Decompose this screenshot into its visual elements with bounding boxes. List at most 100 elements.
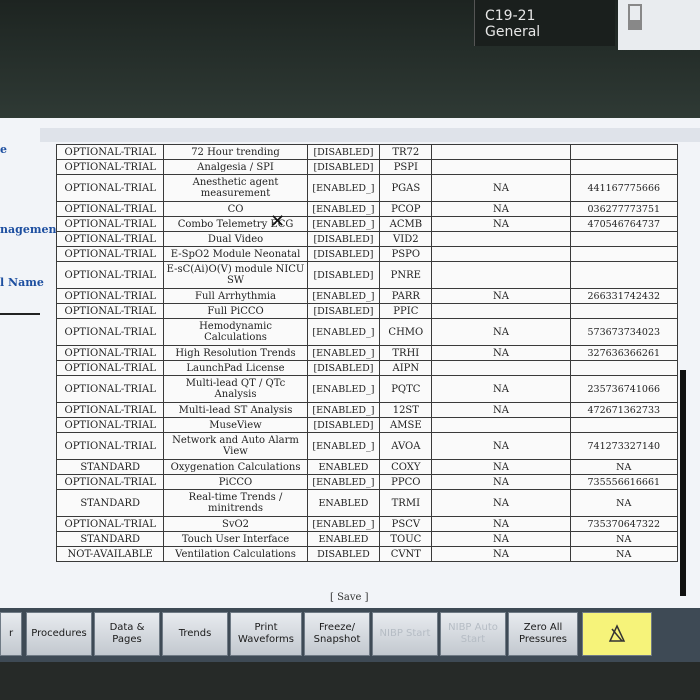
alarm-silence-icon <box>608 624 626 642</box>
save-button[interactable]: [ Save ] <box>330 592 369 603</box>
option-name-cell: Full Arrhythmia <box>163 288 308 304</box>
option-code-cell: AIPN <box>379 360 433 376</box>
table-row[interactable]: OPTIONAL-TRIAL E-sC(Ai)O(V) module NICU S… <box>55 261 679 289</box>
alarm-silence-button[interactable] <box>582 612 652 656</box>
option-number-cell: NA <box>569 459 679 475</box>
option-status-cell: OPTIONAL-TRIAL <box>55 201 165 217</box>
table-row[interactable]: OPTIONAL-TRIAL High Resolution Trends [ENA… <box>55 345 679 361</box>
freeze-snapshot-button[interactable]: Freeze/ Snapshot <box>304 612 370 656</box>
table-row[interactable]: STANDARD Real-time Trends / minitrends ENA… <box>55 489 679 517</box>
option-na-cell: NA <box>431 489 571 517</box>
sidebar-divider <box>0 313 40 315</box>
option-status-cell: OPTIONAL-TRIAL <box>55 216 165 232</box>
option-status-cell: OPTIONAL-TRIAL <box>55 360 165 376</box>
option-code-cell: TRMI <box>379 489 433 517</box>
option-name-cell: Network and Auto Alarm View <box>163 432 308 460</box>
option-number-cell: 036277773751 <box>569 201 679 217</box>
option-number-cell <box>569 159 679 175</box>
option-code-cell: PGAS <box>379 174 433 202</box>
table-row[interactable]: OPTIONAL-TRIAL Multi-lead ST Analysis [ENA… <box>55 402 679 418</box>
option-name-cell: High Resolution Trends <box>163 345 308 361</box>
option-number-cell: 470546764737 <box>569 216 679 232</box>
option-number-cell <box>569 231 679 247</box>
option-enabled-cell: [DISABLED] <box>306 303 381 319</box>
sidebar-item-1[interactable]: e <box>0 143 7 156</box>
option-na-cell: NA <box>431 459 571 475</box>
data-pages-button[interactable]: Data & Pages <box>94 612 160 656</box>
option-enabled-cell: [ENABLED_] <box>306 375 381 403</box>
option-name-cell: E-SpO2 Module Neonatal <box>163 246 308 262</box>
option-name-cell: Multi-lead ST Analysis <box>163 402 308 418</box>
software-options-table: OPTIONAL-TRIAL 72 Hour trending [DISABLED]… <box>55 144 679 562</box>
option-name-cell: Combo Telemetry ECG <box>163 216 308 232</box>
option-status-cell: OPTIONAL-TRIAL <box>55 231 165 247</box>
table-header-band <box>40 128 700 142</box>
print-waveforms-button[interactable]: Print Waveforms <box>230 612 302 656</box>
option-number-cell <box>569 360 679 376</box>
option-na-cell <box>431 159 571 175</box>
table-row[interactable]: NOT-AVAILABLE Ventilation Calculations DIS… <box>55 546 679 562</box>
table-row[interactable]: OPTIONAL-TRIAL PiCCO [ENABLED_] PPCO NA 73555… <box>55 474 679 490</box>
procedures-button[interactable]: Procedures <box>26 612 92 656</box>
scrollbar[interactable] <box>680 370 686 596</box>
option-status-cell: OPTIONAL-TRIAL <box>55 516 165 532</box>
option-code-cell: CHMO <box>379 318 433 346</box>
table-row[interactable]: OPTIONAL-TRIAL Network and Auto Alarm Vie… <box>55 432 679 460</box>
option-number-cell: 573673734023 <box>569 318 679 346</box>
table-row[interactable]: OPTIONAL-TRIAL E-SpO2 Module Neonatal [DIS… <box>55 246 679 262</box>
option-na-cell: NA <box>431 288 571 304</box>
table-row[interactable]: OPTIONAL-TRIAL Anesthetic agent measureme… <box>55 174 679 202</box>
table-row[interactable]: OPTIONAL-TRIAL Dual Video [DISABLED] VID2 <box>55 231 679 247</box>
sidebar-item-management[interactable]: nagement <box>0 223 62 236</box>
option-code-cell: TOUC <box>379 531 433 547</box>
option-enabled-cell: [ENABLED_] <box>306 318 381 346</box>
trends-button[interactable]: Trends <box>162 612 228 656</box>
option-na-cell: NA <box>431 345 571 361</box>
nibp-start-button[interactable]: NIBP Start <box>372 612 438 656</box>
option-na-cell: NA <box>431 216 571 232</box>
option-number-cell <box>569 303 679 319</box>
partial-button[interactable]: r <box>0 612 22 656</box>
option-number-cell <box>569 261 679 289</box>
option-code-cell: PSCV <box>379 516 433 532</box>
table-row[interactable]: OPTIONAL-TRIAL Full PiCCO [DISABLED] PPIC <box>55 303 679 319</box>
option-enabled-cell: [ENABLED_] <box>306 432 381 460</box>
option-code-cell: TRHI <box>379 345 433 361</box>
option-na-cell: NA <box>431 318 571 346</box>
table-row[interactable]: OPTIONAL-TRIAL SvO2 [ENABLED_] PSCV NA 735370… <box>55 516 679 532</box>
option-na-cell: NA <box>431 201 571 217</box>
option-status-cell: OPTIONAL-TRIAL <box>55 288 165 304</box>
option-enabled-cell: ENABLED <box>306 459 381 475</box>
option-number-cell: 735370647322 <box>569 516 679 532</box>
table-row[interactable]: OPTIONAL-TRIAL Combo Telemetry ECG [ENABLE… <box>55 216 679 232</box>
option-name-cell: Full PiCCO <box>163 303 308 319</box>
option-na-cell <box>431 261 571 289</box>
table-row[interactable]: STANDARD Oxygenation Calculations ENABLED C… <box>55 459 679 475</box>
option-number-cell <box>569 417 679 433</box>
sidebar-item-name[interactable]: l Name <box>0 276 44 289</box>
table-row[interactable]: OPTIONAL-TRIAL Multi-lead QT / QTc Analys… <box>55 375 679 403</box>
option-number-cell: 735556616661 <box>569 474 679 490</box>
option-enabled-cell: [ENABLED_] <box>306 345 381 361</box>
option-enabled-cell: [DISABLED] <box>306 231 381 247</box>
option-enabled-cell: ENABLED <box>306 531 381 547</box>
table-row[interactable]: OPTIONAL-TRIAL 72 Hour trending [DISABLED]… <box>55 144 679 160</box>
option-status-cell: OPTIONAL-TRIAL <box>55 303 165 319</box>
zero-all-pressures-button[interactable]: Zero All Pressures <box>508 612 578 656</box>
table-row[interactable]: OPTIONAL-TRIAL MuseView [DISABLED] AMSE <box>55 417 679 433</box>
table-row[interactable]: STANDARD Touch User Interface ENABLED TOUC N… <box>55 531 679 547</box>
table-row[interactable]: OPTIONAL-TRIAL CO [ENABLED_] PCOP NA 03627777… <box>55 201 679 217</box>
option-code-cell: PCOP <box>379 201 433 217</box>
option-number-cell <box>569 144 679 160</box>
option-name-cell: LaunchPad License <box>163 360 308 376</box>
option-enabled-cell: [DISABLED] <box>306 261 381 289</box>
option-name-cell: Hemodynamic Calculations <box>163 318 308 346</box>
option-name-cell: Analgesia / SPI <box>163 159 308 175</box>
table-row[interactable]: OPTIONAL-TRIAL Full Arrhythmia [ENABLED_] P… <box>55 288 679 304</box>
nibp-auto-start-button[interactable]: NIBP Auto Start <box>440 612 506 656</box>
table-row[interactable]: OPTIONAL-TRIAL Analgesia / SPI [DISABLED] P… <box>55 159 679 175</box>
option-na-cell: NA <box>431 402 571 418</box>
bed-label: C19-21 <box>485 8 536 24</box>
table-row[interactable]: OPTIONAL-TRIAL Hemodynamic Calculations [E… <box>55 318 679 346</box>
table-row[interactable]: OPTIONAL-TRIAL LaunchPad License [DISABLED… <box>55 360 679 376</box>
